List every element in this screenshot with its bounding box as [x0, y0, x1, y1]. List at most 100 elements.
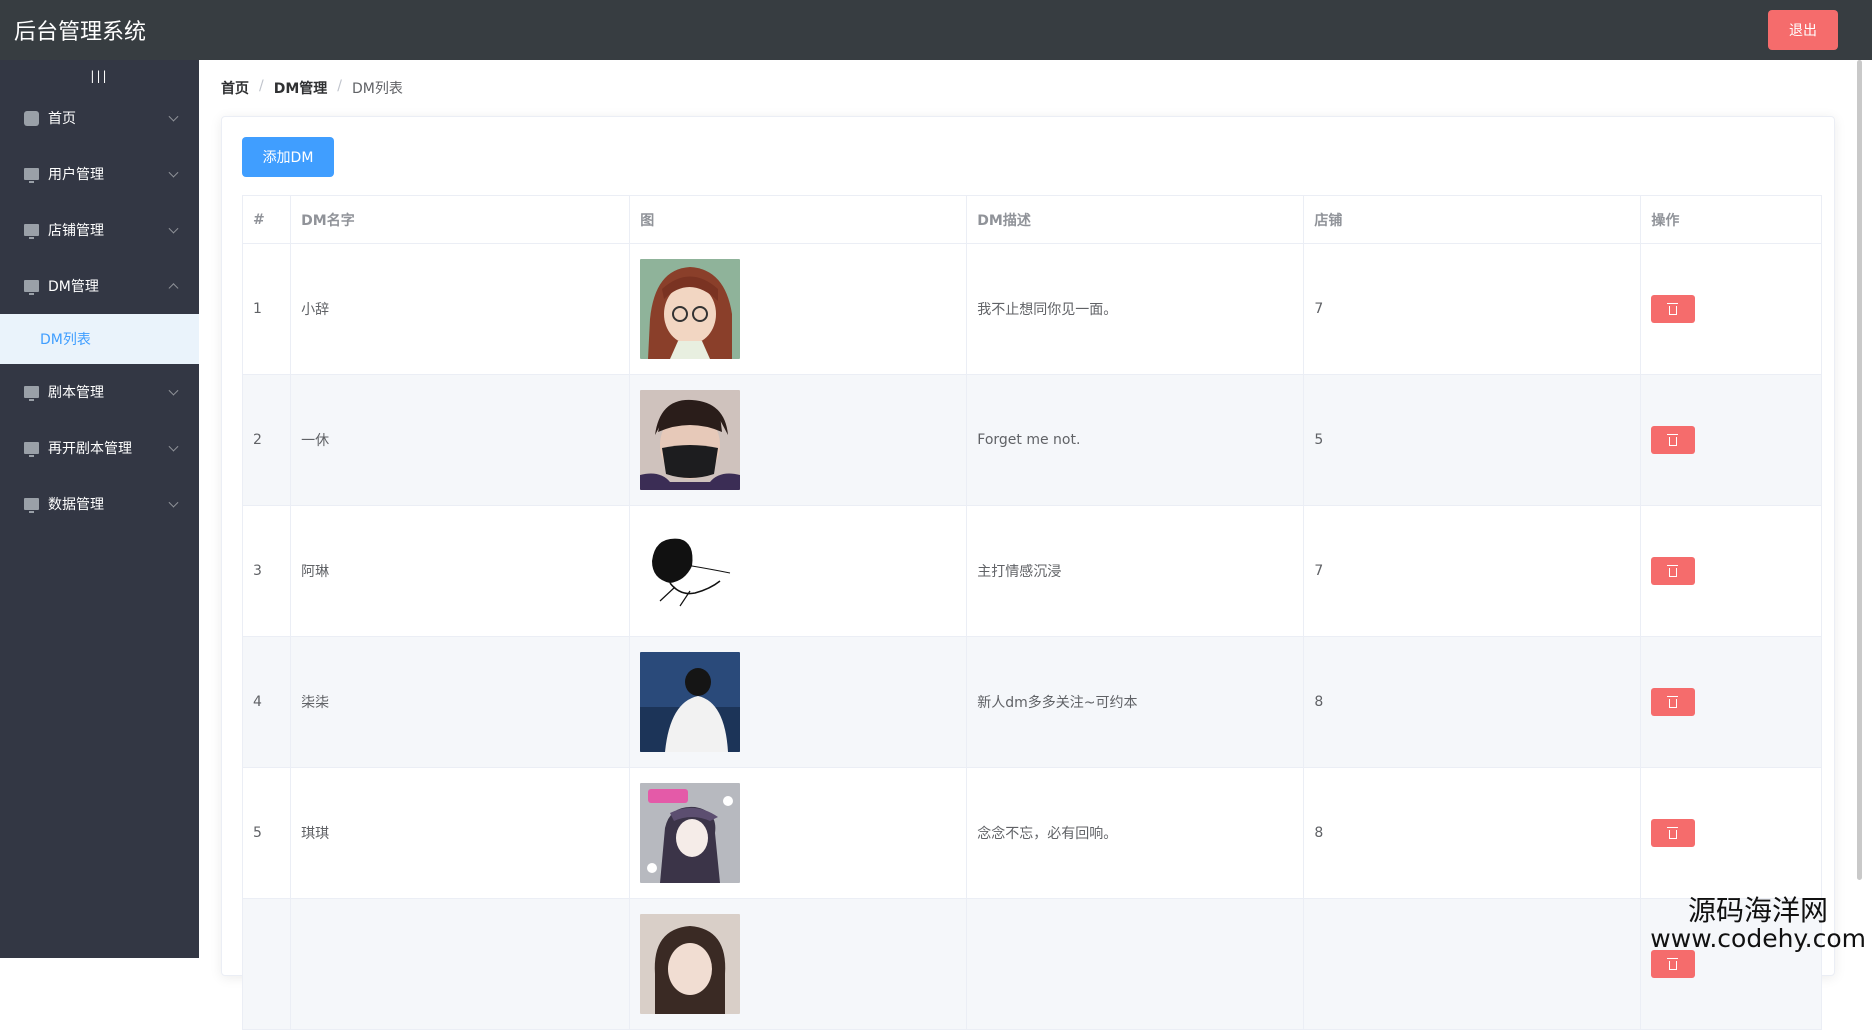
app-title: 后台管理系统 [14, 14, 146, 46]
cell-name: 小辞 [291, 244, 630, 375]
sidebar-item-shops[interactable]: 店铺管理 [0, 202, 199, 258]
sidebar-item-scripts[interactable]: 剧本管理 [0, 364, 199, 420]
breadcrumb-separator: / [337, 78, 342, 98]
trash-icon [1669, 437, 1677, 446]
cell-shop: 5 [1304, 375, 1641, 506]
cell-shop: 7 [1304, 506, 1641, 637]
table-row: 1 小辞 我不止想同你见一面。 7 [243, 244, 1822, 375]
cell-index: 4 [243, 637, 291, 768]
chevron-up-icon [169, 283, 179, 293]
cell-shop: 8 [1304, 637, 1641, 768]
column-header-actions: 操作 [1641, 196, 1822, 244]
cell-index: 5 [243, 768, 291, 899]
trash-icon [1669, 699, 1677, 708]
column-header-name: DM名字 [291, 196, 630, 244]
sidebar-item-data[interactable]: 数据管理 [0, 476, 199, 532]
delete-button[interactable] [1651, 426, 1695, 454]
sidebar: ||| 首页 用户管理 店铺管理 DM管理 DM列表 剧本管理 再开剧本管理 数… [0, 60, 199, 958]
chevron-down-icon [169, 224, 179, 234]
cell-image [630, 506, 967, 637]
cell-description: 新人dm多多关注~可约本 [967, 637, 1304, 768]
avatar-image [640, 914, 740, 1014]
column-header-shop: 店铺 [1304, 196, 1641, 244]
breadcrumb-section[interactable]: DM管理 [274, 78, 328, 98]
cell-image [630, 768, 967, 899]
cell-name: 柒柒 [291, 637, 630, 768]
cell-image [630, 375, 967, 506]
dm-table: # DM名字 图 DM描述 店铺 操作 1 小辞 [242, 195, 1822, 1030]
delete-button[interactable] [1651, 688, 1695, 716]
delete-button[interactable] [1651, 819, 1695, 847]
chevron-down-icon [169, 386, 179, 396]
cell-description [967, 899, 1304, 1030]
sidebar-item-home[interactable]: 首页 [0, 90, 199, 146]
breadcrumb-home[interactable]: 首页 [221, 78, 249, 98]
cell-shop [1304, 899, 1641, 1030]
cell-index [243, 899, 291, 1030]
main-content: 首页 / DM管理 / DM列表 添加DM # DM名字 图 DM描述 店铺 操… [199, 60, 1864, 958]
chevron-down-icon [169, 442, 179, 452]
chevron-down-icon [169, 112, 179, 122]
cell-index: 2 [243, 375, 291, 506]
sidebar-item-label: 数据管理 [48, 494, 104, 514]
sidebar-toggle[interactable]: ||| [0, 62, 199, 90]
cell-description: 主打情感沉浸 [967, 506, 1304, 637]
cell-shop: 7 [1304, 244, 1641, 375]
table-row: 4 柒柒 新人dm多多关注~可约本 8 [243, 637, 1822, 768]
cell-description: 念念不忘，必有回响。 [967, 768, 1304, 899]
sidebar-item-label: 剧本管理 [48, 382, 104, 402]
chevron-down-icon [169, 498, 179, 508]
monitor-icon [24, 442, 39, 454]
cell-index: 3 [243, 506, 291, 637]
sidebar-item-label: 首页 [48, 108, 76, 128]
sidebar-item-dm[interactable]: DM管理 [0, 258, 199, 314]
sidebar-item-reopen-scripts[interactable]: 再开剧本管理 [0, 420, 199, 476]
monitor-icon [24, 498, 39, 510]
trash-icon [1669, 306, 1677, 315]
monitor-icon [24, 224, 39, 236]
cell-shop: 8 [1304, 768, 1641, 899]
avatar-image [640, 652, 740, 752]
avatar-image [640, 783, 740, 883]
vertical-scrollbar[interactable] [1857, 60, 1862, 880]
monitor-icon [24, 386, 39, 398]
delete-button[interactable] [1651, 950, 1695, 978]
cell-actions [1641, 375, 1822, 506]
table-header-row: # DM名字 图 DM描述 店铺 操作 [243, 196, 1822, 244]
logout-button[interactable]: 退出 [1768, 10, 1838, 50]
watermark-line-2: www.codehy.com [1650, 926, 1866, 952]
cell-name: 一休 [291, 375, 630, 506]
sidebar-item-users[interactable]: 用户管理 [0, 146, 199, 202]
cell-description: 我不止想同你见一面。 [967, 244, 1304, 375]
sidebar-subitem-dm-list[interactable]: DM列表 [0, 314, 199, 364]
avatar-image [640, 521, 740, 621]
chevron-down-icon [169, 168, 179, 178]
add-dm-button[interactable]: 添加DM [242, 137, 334, 177]
delete-button[interactable] [1651, 557, 1695, 585]
sidebar-item-label: 再开剧本管理 [48, 438, 132, 458]
cell-index: 1 [243, 244, 291, 375]
avatar-image [640, 259, 740, 359]
cell-actions [1641, 768, 1822, 899]
sidebar-item-label: 用户管理 [48, 164, 104, 184]
cell-actions [1641, 506, 1822, 637]
column-header-image: 图 [630, 196, 967, 244]
delete-button[interactable] [1651, 295, 1695, 323]
column-header-description: DM描述 [967, 196, 1304, 244]
trash-icon [1669, 961, 1677, 970]
breadcrumb-current: DM列表 [352, 78, 403, 98]
sidebar-item-label: DM管理 [48, 276, 99, 296]
trash-icon [1669, 830, 1677, 839]
cell-name: 琪琪 [291, 768, 630, 899]
table-row [243, 899, 1822, 1030]
watermark-line-1: 源码海洋网 [1650, 896, 1866, 925]
top-header: 后台管理系统 退出 [0, 0, 1872, 60]
cell-name [291, 899, 630, 1030]
cell-actions [1641, 637, 1822, 768]
cell-name: 阿琳 [291, 506, 630, 637]
breadcrumb-separator: / [259, 78, 264, 98]
sidebar-item-label: 店铺管理 [48, 220, 104, 240]
breadcrumb: 首页 / DM管理 / DM列表 [221, 78, 403, 98]
cell-image [630, 637, 967, 768]
cell-actions [1641, 244, 1822, 375]
